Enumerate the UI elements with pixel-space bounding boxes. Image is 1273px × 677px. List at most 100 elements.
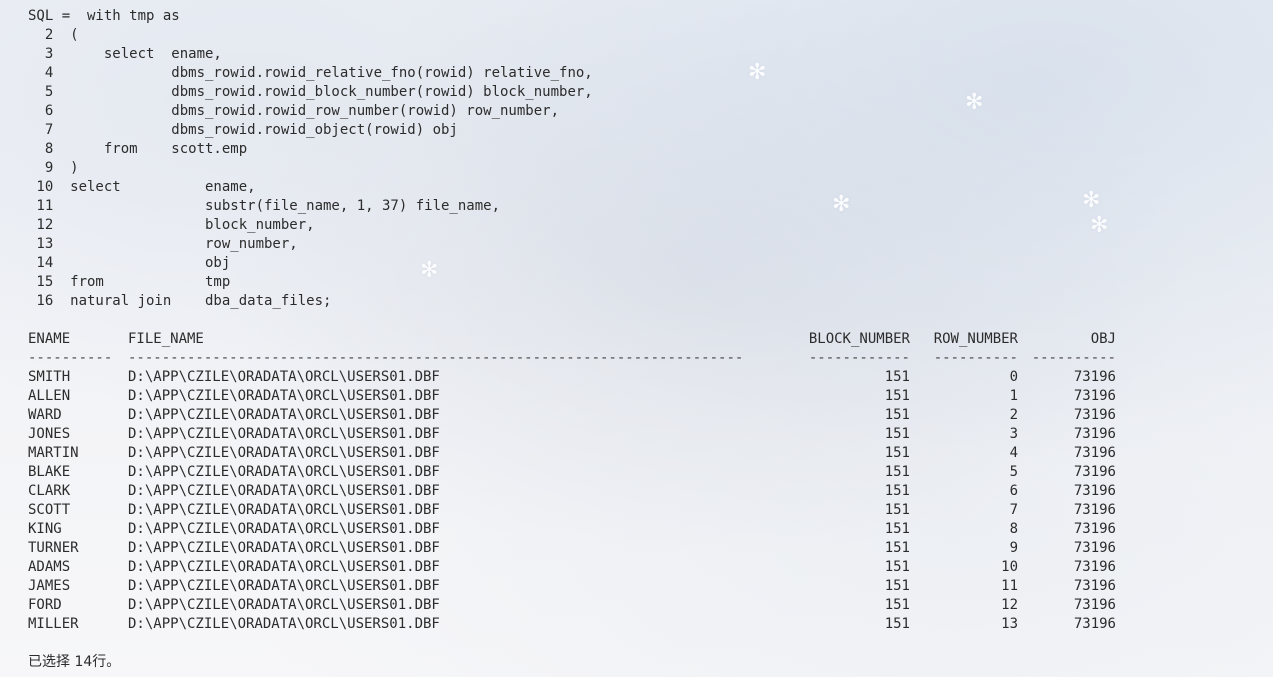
table-row: TURNER D:\APP\CZILE\ORADATA\ORCL\USERS01.… <box>28 539 1263 558</box>
cell-obj: 73196 <box>1073 559 1116 575</box>
cell-block-number: 151 <box>884 597 910 613</box>
sql-line: 9 ) <box>28 160 79 176</box>
cell-obj: 73196 <box>1073 483 1116 499</box>
cell-file-name: D:\APP\CZILE\ORADATA\ORCL\USERS01.DBF <box>128 483 440 499</box>
cell-obj: 73196 <box>1073 521 1116 537</box>
cell-obj: 73196 <box>1073 445 1116 461</box>
column-header-obj: OBJ <box>1090 331 1116 347</box>
separator-file-name: ----------------------------------------… <box>128 350 744 366</box>
sqlplus-console-output[interactable]: SQL = with tmp as 2 ( 3 select ename, 4 … <box>28 7 1263 672</box>
table-row: JAMES D:\APP\CZILE\ORADATA\ORCL\USERS01.D… <box>28 577 1263 596</box>
sql-line: 15 from tmp <box>28 274 231 290</box>
cell-row-number: 12 <box>1001 597 1018 613</box>
result-table: ENAME FILE_NAME BLOCK_NUMBER ROW_NUMBER … <box>28 330 1263 634</box>
separator-obj: ---------- <box>1031 350 1116 366</box>
cell-ename: BLAKE <box>28 464 71 480</box>
cell-file-name: D:\APP\CZILE\ORADATA\ORCL\USERS01.DBF <box>128 445 440 461</box>
cell-ename: SCOTT <box>28 502 71 518</box>
table-row: KING D:\APP\CZILE\ORADATA\ORCL\USERS01.DB… <box>28 520 1263 539</box>
sql-line: 16 natural join dba_data_files; <box>28 293 332 309</box>
cell-ename: KING <box>28 521 62 537</box>
table-row: ALLEN D:\APP\CZILE\ORADATA\ORCL\USERS01.D… <box>28 387 1263 406</box>
cell-file-name: D:\APP\CZILE\ORADATA\ORCL\USERS01.DBF <box>128 521 440 537</box>
column-header-file-name: FILE_NAME <box>128 331 204 347</box>
table-row: MARTIN D:\APP\CZILE\ORADATA\ORCL\USERS01.… <box>28 444 1263 463</box>
table-row: ADAMS D:\APP\CZILE\ORADATA\ORCL\USERS01.D… <box>28 558 1263 577</box>
cell-block-number: 151 <box>884 464 910 480</box>
cell-obj: 73196 <box>1073 502 1116 518</box>
result-separator-row: ---------- -----------------------------… <box>28 349 1263 368</box>
cell-file-name: D:\APP\CZILE\ORADATA\ORCL\USERS01.DBF <box>128 388 440 404</box>
table-row: FORD D:\APP\CZILE\ORADATA\ORCL\USERS01.DB… <box>28 596 1263 615</box>
table-row: SCOTT D:\APP\CZILE\ORADATA\ORCL\USERS01.D… <box>28 501 1263 520</box>
cell-ename: MARTIN <box>28 445 79 461</box>
table-row: BLAKE D:\APP\CZILE\ORADATA\ORCL\USERS01.D… <box>28 463 1263 482</box>
cell-ename: WARD <box>28 407 62 423</box>
separator-ename: ---------- <box>28 350 113 366</box>
sql-line: 6 dbms_rowid.rowid_row_number(rowid) row… <box>28 103 560 119</box>
cell-file-name: D:\APP\CZILE\ORADATA\ORCL\USERS01.DBF <box>128 540 440 556</box>
sql-line: 3 select ename, <box>28 46 222 62</box>
cell-ename: MILLER <box>28 616 79 632</box>
cell-row-number: 8 <box>1009 521 1018 537</box>
sql-line: 7 dbms_rowid.rowid_object(rowid) obj <box>28 122 458 138</box>
table-row: MILLER D:\APP\CZILE\ORADATA\ORCL\USERS01.… <box>28 615 1263 634</box>
cell-block-number: 151 <box>884 407 910 423</box>
separator-row-number: ---------- <box>933 350 1018 366</box>
cell-row-number: 1 <box>1009 388 1018 404</box>
cell-row-number: 11 <box>1001 578 1018 594</box>
cell-row-number: 5 <box>1009 464 1018 480</box>
cell-row-number: 0 <box>1009 369 1018 385</box>
cell-obj: 73196 <box>1073 578 1116 594</box>
cell-block-number: 151 <box>884 521 910 537</box>
cell-block-number: 151 <box>884 578 910 594</box>
cell-row-number: 2 <box>1009 407 1018 423</box>
result-rows: SMITH D:\APP\CZILE\ORADATA\ORCL\USERS01.D… <box>28 368 1263 634</box>
cell-ename: JAMES <box>28 578 71 594</box>
cell-file-name: D:\APP\CZILE\ORADATA\ORCL\USERS01.DBF <box>128 559 440 575</box>
sql-line: 12 block_number, <box>28 217 315 233</box>
cell-block-number: 151 <box>884 426 910 442</box>
cell-obj: 73196 <box>1073 426 1116 442</box>
cell-file-name: D:\APP\CZILE\ORADATA\ORCL\USERS01.DBF <box>128 407 440 423</box>
cell-obj: 73196 <box>1073 369 1116 385</box>
cell-block-number: 151 <box>884 502 910 518</box>
result-header-row: ENAME FILE_NAME BLOCK_NUMBER ROW_NUMBER … <box>28 330 1263 349</box>
sql-line: 2 ( <box>28 27 79 43</box>
table-row: JONES D:\APP\CZILE\ORADATA\ORCL\USERS01.D… <box>28 425 1263 444</box>
cell-ename: JONES <box>28 426 71 442</box>
column-header-ename: ENAME <box>28 331 71 347</box>
cell-block-number: 151 <box>884 369 910 385</box>
cell-ename: TURNER <box>28 540 79 556</box>
separator-block-number: ------------ <box>808 350 910 366</box>
cell-block-number: 151 <box>884 445 910 461</box>
sql-statement: SQL = with tmp as 2 ( 3 select ename, 4 … <box>28 7 1263 311</box>
cell-row-number: 10 <box>1001 559 1018 575</box>
cell-obj: 73196 <box>1073 464 1116 480</box>
cell-row-number: 7 <box>1009 502 1018 518</box>
cell-file-name: D:\APP\CZILE\ORADATA\ORCL\USERS01.DBF <box>128 464 440 480</box>
cell-obj: 73196 <box>1073 616 1116 632</box>
cell-block-number: 151 <box>884 388 910 404</box>
rows-selected-message: 已选择 14行。 <box>28 654 121 670</box>
cell-obj: 73196 <box>1073 597 1116 613</box>
sql-line: 4 dbms_rowid.rowid_relative_fno(rowid) r… <box>28 65 593 81</box>
cell-file-name: D:\APP\CZILE\ORADATA\ORCL\USERS01.DBF <box>128 369 440 385</box>
cell-ename: CLARK <box>28 483 71 499</box>
cell-row-number: 3 <box>1009 426 1018 442</box>
table-row: SMITH D:\APP\CZILE\ORADATA\ORCL\USERS01.D… <box>28 368 1263 387</box>
cell-block-number: 151 <box>884 559 910 575</box>
cell-obj: 73196 <box>1073 540 1116 556</box>
column-header-row-number: ROW_NUMBER <box>933 331 1018 347</box>
sql-line: 13 row_number, <box>28 236 298 252</box>
cell-ename: ADAMS <box>28 559 71 575</box>
table-row: CLARK D:\APP\CZILE\ORADATA\ORCL\USERS01.D… <box>28 482 1263 501</box>
cell-ename: ALLEN <box>28 388 71 404</box>
sql-line: 14 obj <box>28 255 231 271</box>
cell-file-name: D:\APP\CZILE\ORADATA\ORCL\USERS01.DBF <box>128 597 440 613</box>
sql-line: 8 from scott.emp <box>28 141 248 157</box>
cell-obj: 73196 <box>1073 407 1116 423</box>
sql-line: 10 select ename, <box>28 179 256 195</box>
